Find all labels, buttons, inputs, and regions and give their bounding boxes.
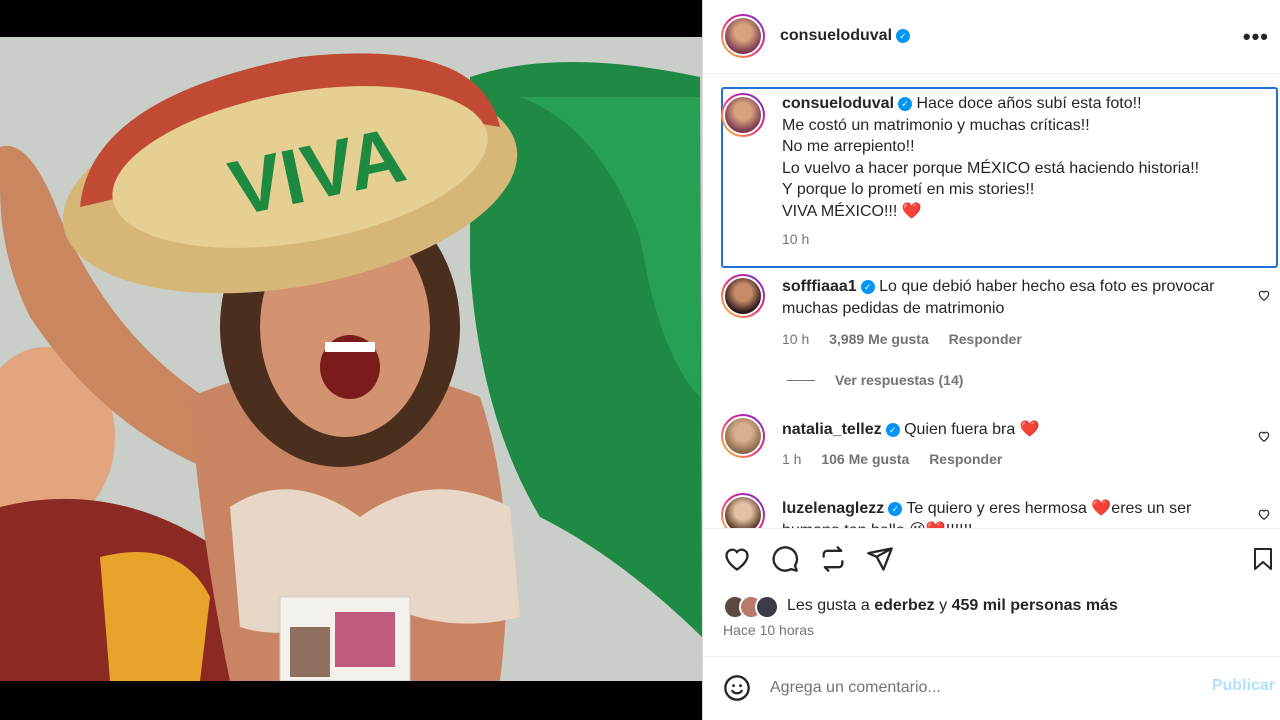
likes-count[interactable]: 459 mil personas más: [952, 597, 1118, 614]
post-media-pane: VIVA: [0, 0, 702, 720]
like-heart-icon[interactable]: [723, 545, 751, 573]
post-header: consueloduval ✓ •••: [703, 0, 1280, 74]
reply-button[interactable]: Responder: [929, 451, 1002, 467]
replies-divider: [787, 380, 815, 381]
like-comment-heart-icon[interactable]: [1257, 507, 1271, 521]
verified-badge-icon: ✓: [896, 29, 911, 43]
comment-input[interactable]: [770, 673, 1190, 703]
liker-username[interactable]: ederbez: [874, 597, 934, 614]
caption-line: Lo vuelvo a hacer porque MÉXICO está hac…: [782, 159, 1200, 177]
caption-time[interactable]: 10 h: [782, 231, 809, 247]
view-replies-button[interactable]: Ver respuestas (14): [835, 372, 963, 388]
repost-icon[interactable]: [819, 545, 847, 573]
publish-button[interactable]: Publicar: [1212, 677, 1275, 695]
comment-likes[interactable]: 106 Me gusta: [821, 451, 909, 467]
liker-avatar: [755, 595, 779, 619]
caption-line: Hace doce años subí esta foto!!: [916, 95, 1142, 112]
verified-badge-icon: ✓: [860, 280, 875, 294]
verified-badge-icon: ✓: [898, 97, 913, 111]
likes-summary[interactable]: Les gusta a ederbez y 459 mil personas m…: [787, 597, 1118, 615]
add-comment-bar: Publicar: [703, 656, 1280, 720]
commenter-avatar[interactable]: [721, 274, 765, 318]
comment-time[interactable]: 10 h: [782, 331, 809, 347]
comment-text: sofffiaaa1 ✓ Lo que debió haber hecho esa…: [782, 276, 1252, 319]
comment-meta: 10 h 3,989 Me gusta Responder: [782, 331, 1022, 347]
reply-button[interactable]: Responder: [949, 331, 1022, 347]
caption-line: No me arrepiento!!: [782, 138, 915, 155]
commenter-avatar[interactable]: [721, 493, 765, 528]
share-send-icon[interactable]: [866, 545, 894, 573]
commenter-username[interactable]: sofffiaaa1: [782, 278, 857, 295]
like-comment-heart-icon[interactable]: [1257, 288, 1271, 302]
save-bookmark-icon[interactable]: [1251, 545, 1275, 573]
author-username[interactable]: consueloduval ✓: [780, 27, 911, 45]
caption-author-username[interactable]: consueloduval: [782, 95, 894, 112]
caption-line: Y porque lo prometí en mis stories!!: [782, 181, 1035, 198]
caption-text: consueloduval ✓ Hace doce años subí esta …: [782, 93, 1252, 222]
comment-likes[interactable]: 3,989 Me gusta: [829, 331, 929, 347]
emoji-smiley-icon[interactable]: [723, 674, 751, 702]
author-avatar[interactable]: [721, 14, 765, 58]
likes-prefix: Les gusta a: [787, 597, 870, 614]
commenter-username[interactable]: luzelenaglezz: [782, 500, 884, 517]
photo-illustration: VIVA: [0, 37, 702, 681]
comment-text: natalia_tellez ✓ Quien fuera bra ❤️: [782, 419, 1252, 441]
caption-meta: 10 h: [782, 231, 809, 247]
post-side-panel: consueloduval ✓ ••• consueloduval ✓ Hace d…: [702, 0, 1280, 720]
likes-connector: y: [939, 597, 948, 614]
post-photo[interactable]: VIVA: [0, 37, 702, 681]
post-timestamp[interactable]: Hace 10 horas: [723, 622, 814, 638]
like-comment-heart-icon[interactable]: [1257, 429, 1271, 443]
verified-badge-icon: ✓: [885, 423, 900, 437]
caption-line: Me costó un matrimonio y muchas críticas…: [782, 116, 1090, 134]
comment-time[interactable]: 1 h: [782, 451, 801, 467]
comments-list[interactable]: consueloduval ✓ Hace doce años subí esta …: [703, 75, 1280, 528]
more-options-icon[interactable]: •••: [1243, 24, 1269, 50]
post-actions: Les gusta a ederbez y 459 mil personas m…: [703, 528, 1280, 656]
verified-badge-icon: ✓: [888, 502, 903, 516]
comment-text: luzelenaglezz ✓ Te quiero y eres hermosa …: [782, 498, 1252, 528]
comment-meta: 1 h 106 Me gusta Responder: [782, 451, 1002, 467]
author-username-text[interactable]: consueloduval: [780, 27, 892, 44]
caption-line: VIVA MÉXICO!!! ❤️: [782, 202, 922, 220]
commenter-avatar[interactable]: [721, 414, 765, 458]
comment-bubble-icon[interactable]: [771, 545, 799, 573]
caption-author-avatar[interactable]: [721, 93, 765, 137]
commenter-username[interactable]: natalia_tellez: [782, 421, 882, 438]
comment-body: Quien fuera bra ❤️: [904, 421, 1040, 438]
